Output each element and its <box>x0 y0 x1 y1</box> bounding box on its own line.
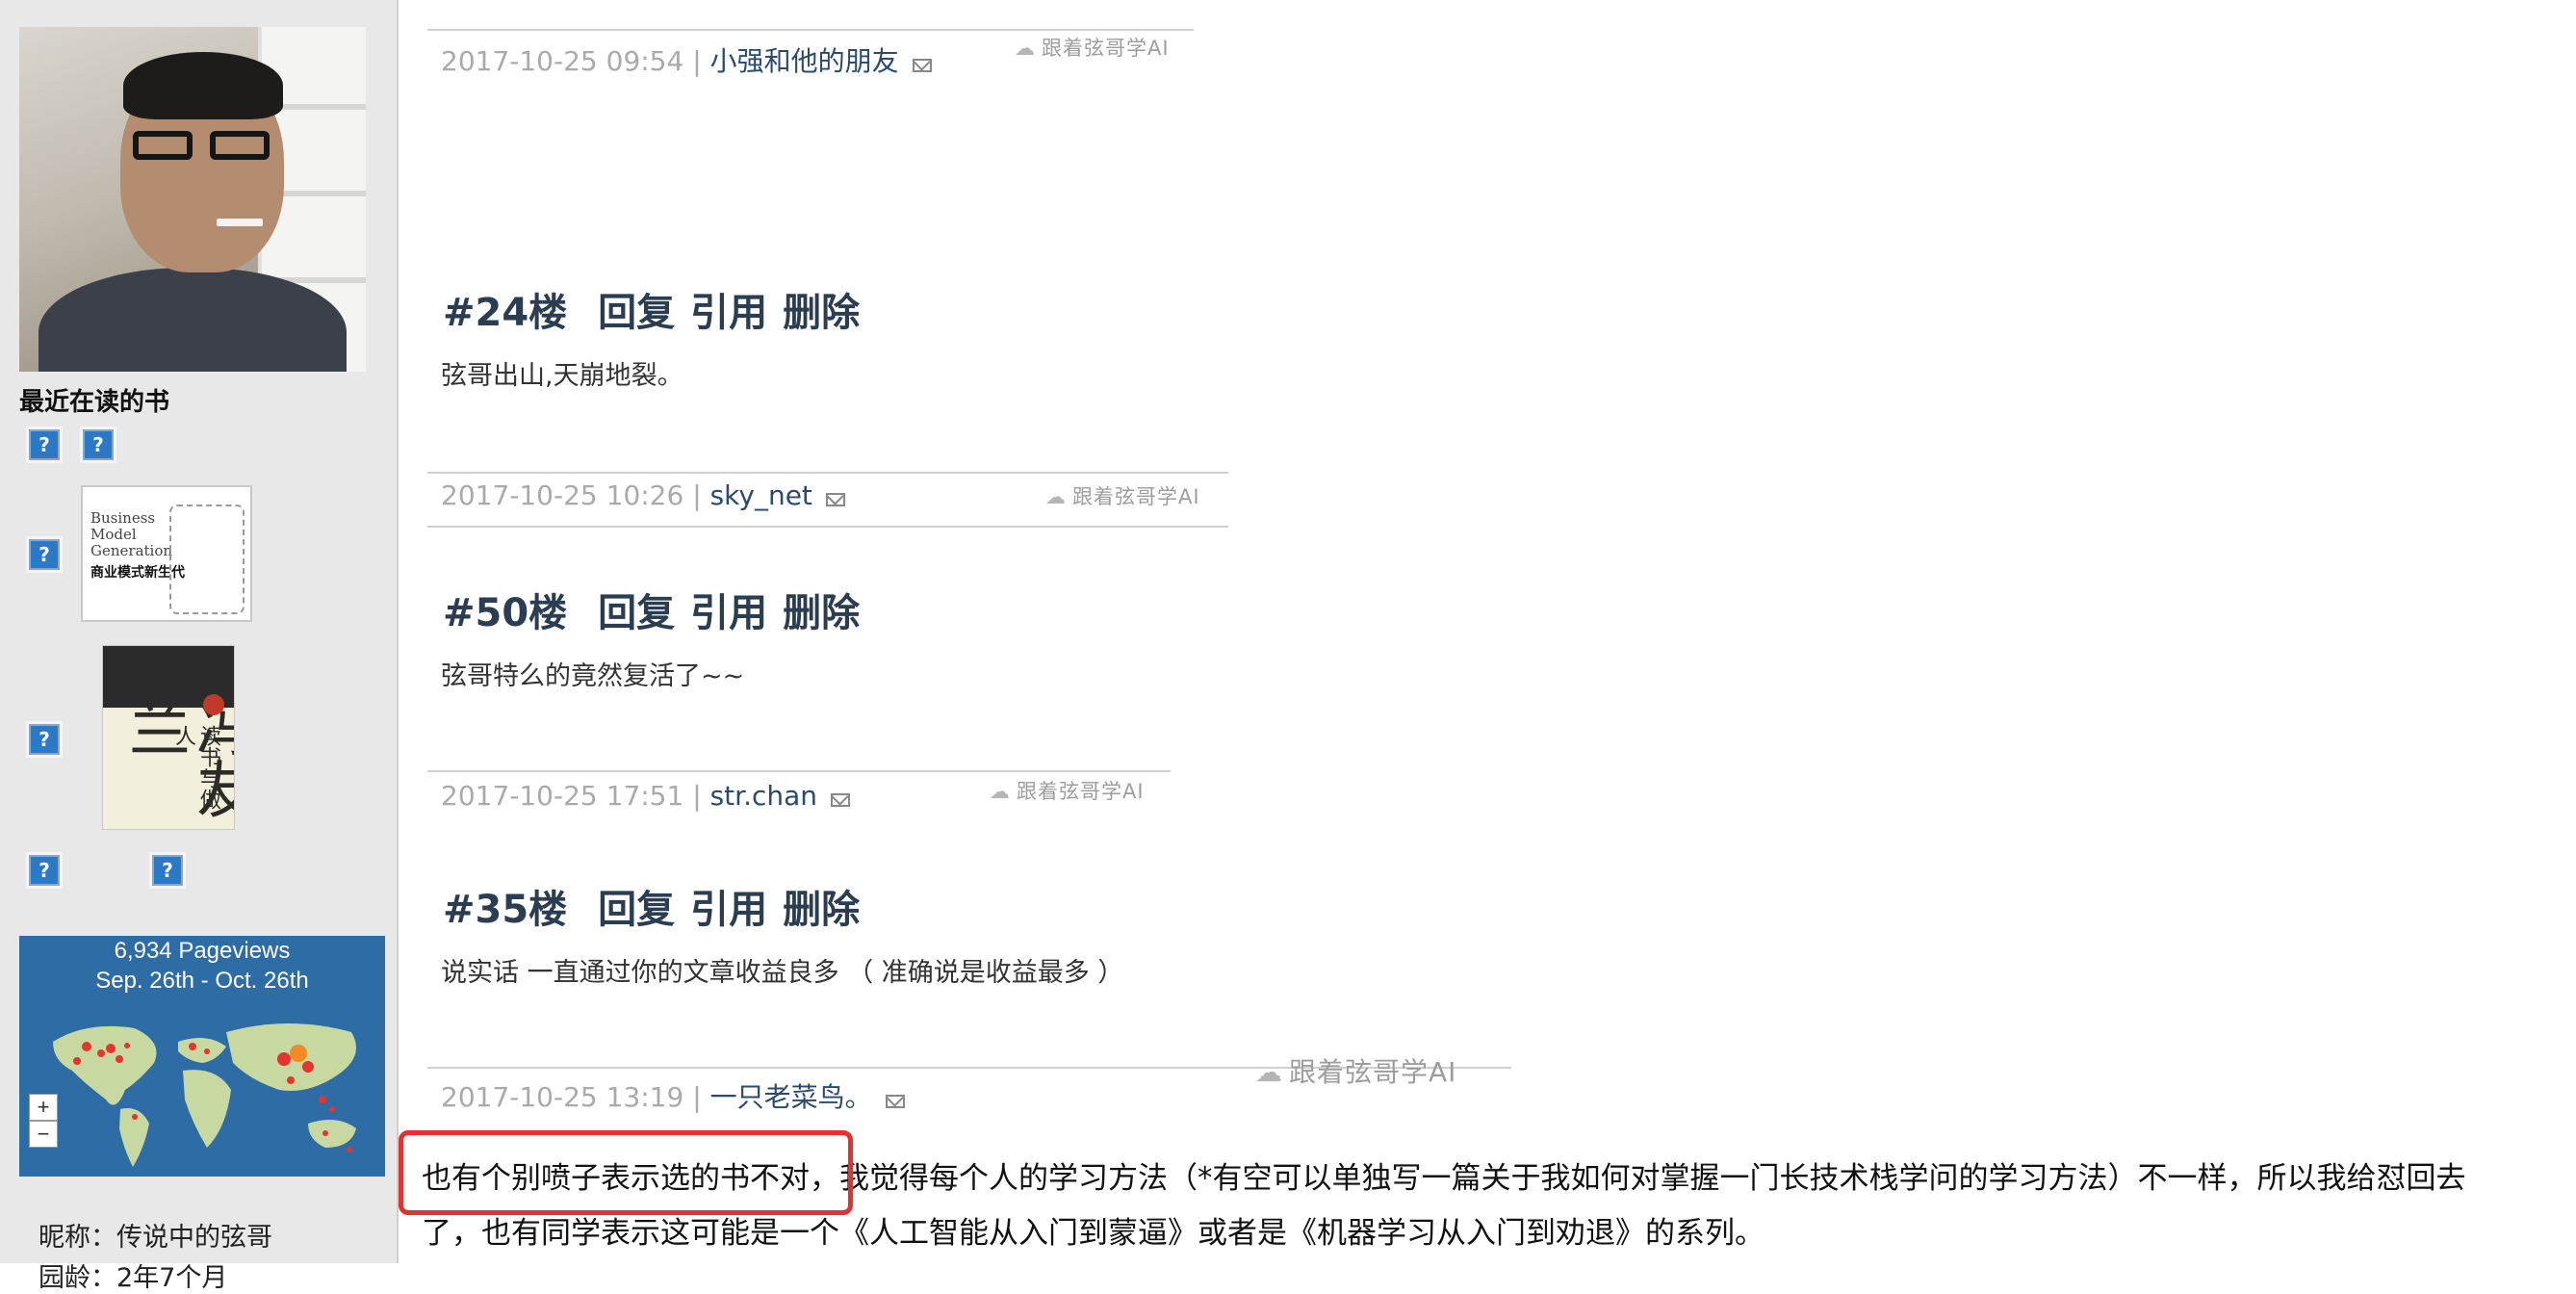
watermark-logo-icon: ☁ <box>990 780 1011 803</box>
watermark-text: 跟着弦哥学AI <box>1042 37 1170 60</box>
reply-link[interactable]: 回复 <box>598 888 675 932</box>
comment-meta: 2017-10-25 13:19 | 一只老菜鸟。 <box>441 1076 905 1115</box>
comment-date: 2017-10-25 09:54 <box>441 45 684 77</box>
comment-date: 2017-10-25 10:26 <box>441 479 684 511</box>
mail-icon[interactable] <box>885 1095 905 1108</box>
watermark: ☁ 跟着弦哥学AI <box>1045 481 1200 510</box>
comment-actions: 回复 引用 删除 <box>598 591 875 635</box>
article-text: 了，也有同学表示这可能是一个《人工智能从入门到蒙逼》或者是《机器学习从入门到劝退… <box>422 1216 1765 1251</box>
sidebar: 最近在读的书 ? ? ? Business Model Generation 商… <box>0 0 399 1293</box>
africa-landmass <box>183 1070 231 1148</box>
comment-divider <box>427 526 1228 528</box>
north-america-landmass <box>53 1025 157 1105</box>
comment-body: 弦哥出山,天崩地裂。 <box>441 361 683 391</box>
book2-seal <box>203 694 224 715</box>
comment-author-link[interactable]: sky_net <box>710 479 812 511</box>
australia-landmass <box>308 1120 356 1148</box>
book1-title-line: Generation <box>90 542 173 559</box>
broken-image-icon[interactable]: ? <box>26 721 63 758</box>
highlight-box <box>399 1130 853 1215</box>
meta-separator: | <box>692 479 702 511</box>
map-zoom-in-button[interactable]: + <box>29 1094 58 1121</box>
book2-subtitle: 读书与做人 <box>171 725 220 810</box>
watermark-text: 跟着弦哥学AI <box>1289 1056 1457 1088</box>
book1-title-line: Model <box>90 526 137 543</box>
book-cover-feng-youlan[interactable]: 冯友兰 读书与做人 <box>102 645 235 830</box>
comment-divider <box>427 29 1194 31</box>
quote-link[interactable]: 引用 <box>690 888 767 932</box>
broken-image-icon[interactable]: ? <box>149 852 186 889</box>
comment-actions: 回复 引用 删除 <box>598 888 875 932</box>
comment-divider <box>427 770 1171 772</box>
mail-icon[interactable] <box>831 793 851 807</box>
comment-meta: 2017-10-25 17:51 | str.chan <box>441 780 851 812</box>
comment-body: 弦哥特么的竟然复活了~~ <box>441 661 745 691</box>
book1-illustration <box>169 505 245 614</box>
comment-meta: 2017-10-25 10:26 | sky_net <box>441 479 845 511</box>
comment-author-link[interactable]: 小强和他的朋友 <box>710 45 899 77</box>
avatar[interactable] <box>19 27 366 372</box>
comment-floor-header: #50楼 回复 引用 删除 <box>443 582 892 637</box>
europe-landmass <box>178 1038 226 1063</box>
watermark: ☁ 跟着弦哥学AI <box>1015 33 1170 62</box>
avatar-hair <box>123 52 283 119</box>
watermark-text: 跟着弦哥学AI <box>1072 485 1200 508</box>
watermark-text: 跟着弦哥学AI <box>1017 780 1145 803</box>
watermark-logo-icon: ☁ <box>1045 485 1067 508</box>
broken-image-icon[interactable]: ? <box>26 852 63 889</box>
floor-number: #24楼 <box>443 291 568 335</box>
watermark: ☁ 跟着弦哥学AI <box>1255 1051 1456 1090</box>
visitor-map-widget[interactable]: 6,934 Pageviews Sep. 26th - Oct. 26th + … <box>19 936 385 1177</box>
floor-number: #35楼 <box>443 888 568 932</box>
avatar-glasses <box>133 131 277 160</box>
book1-title-line: Business <box>90 509 156 527</box>
article-text: 我觉得每个人的学习方法（*有空可以单独写一篇关于我如何对掌握一门长技术栈学问的学… <box>839 1161 2466 1196</box>
reply-link[interactable]: 回复 <box>598 591 675 635</box>
broken-image-icon[interactable]: ? <box>80 427 116 463</box>
comments-area: 2017-10-25 09:54 | 小强和他的朋友 ☁ 跟着弦哥学AI #24楼… <box>399 0 2576 1263</box>
avatar-cigarette <box>217 219 263 226</box>
quote-link[interactable]: 引用 <box>690 291 767 335</box>
profile-age: 园龄：2年7个月 <box>39 1263 228 1293</box>
broken-image-icon[interactable]: ? <box>26 536 63 573</box>
recent-books-title: 最近在读的书 <box>19 388 170 417</box>
pageviews-date-range: Sep. 26th - Oct. 26th <box>95 968 309 994</box>
mail-icon[interactable] <box>912 59 932 72</box>
comment-floor-header: #35楼 回复 引用 删除 <box>443 878 892 934</box>
meta-separator: | <box>692 45 702 77</box>
meta-separator: | <box>692 1081 702 1113</box>
world-map <box>53 1023 356 1167</box>
watermark: ☁ 跟着弦哥学AI <box>990 776 1145 805</box>
watermark-logo-icon: ☁ <box>1015 37 1036 60</box>
book-cover-business-model-generation[interactable]: Business Model Generation 商业模式新生代 <box>81 485 252 622</box>
floor-number: #50楼 <box>443 591 568 635</box>
comment-date: 2017-10-25 13:19 <box>441 1081 684 1113</box>
delete-link[interactable]: 删除 <box>783 888 860 932</box>
comment-actions: 回复 引用 删除 <box>598 291 875 335</box>
comment-author-link[interactable]: 一只老菜鸟。 <box>710 1081 872 1113</box>
meta-separator: | <box>692 780 702 812</box>
profile-nickname: 昵称：传说中的弦哥 <box>39 1223 272 1253</box>
comment-author-link[interactable]: str.chan <box>710 780 817 812</box>
reply-link[interactable]: 回复 <box>598 291 675 335</box>
pageviews-count: 6,934 Pageviews <box>114 938 291 964</box>
delete-link[interactable]: 删除 <box>783 591 860 635</box>
comment-divider <box>427 472 1228 474</box>
broken-image-icon[interactable]: ? <box>26 427 63 463</box>
mail-icon[interactable] <box>825 493 845 506</box>
quote-link[interactable]: 引用 <box>690 591 767 635</box>
watermark-logo-icon: ☁ <box>1255 1056 1283 1088</box>
comment-floor-header: #24楼 回复 引用 删除 <box>443 281 892 337</box>
delete-link[interactable]: 删除 <box>783 291 860 335</box>
comment-meta: 2017-10-25 09:54 | 小强和他的朋友 <box>441 40 932 79</box>
book1-title: Business Model Generation <box>90 510 172 559</box>
comment-body: 说实话 一直通过你的文章收益良多 （ 准确说是收益最多 ） <box>441 958 1124 988</box>
comment-date: 2017-10-25 17:51 <box>441 780 684 812</box>
map-zoom-out-button[interactable]: − <box>29 1121 58 1148</box>
